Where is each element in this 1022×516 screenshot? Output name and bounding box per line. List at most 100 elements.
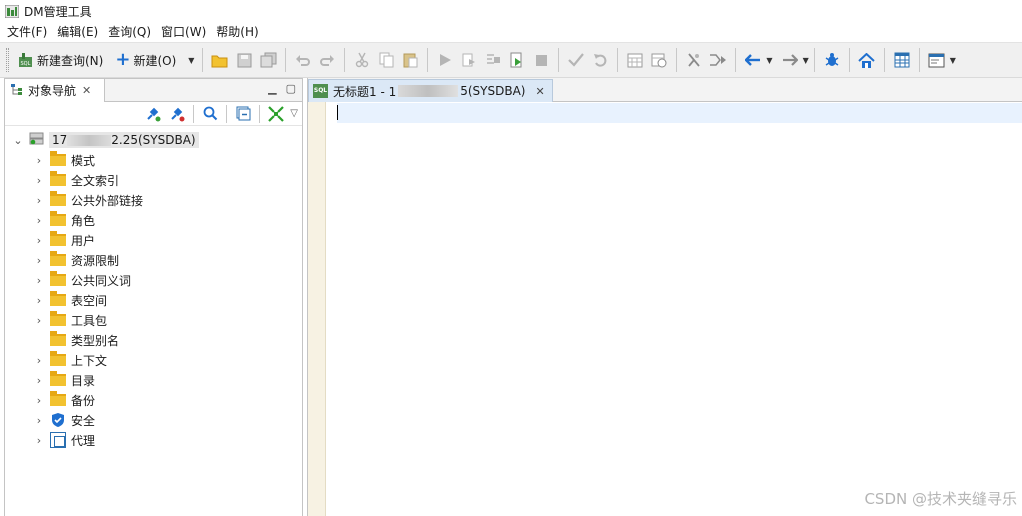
run-selection-icon[interactable]: [458, 49, 480, 71]
new-button[interactable]: + 新建(O) ▼: [112, 47, 197, 73]
toolbar-grip[interactable]: [6, 48, 9, 72]
tab-object-navigator[interactable]: 对象导航 ✕: [5, 79, 105, 102]
editor-tab-label-suffix: 5(SYSDBA): [460, 84, 526, 98]
tree-item[interactable]: › 上下文: [5, 350, 302, 370]
tree-item[interactable]: › 角色: [5, 210, 302, 230]
chevron-right-icon[interactable]: ›: [32, 374, 46, 387]
chevron-right-icon[interactable]: ›: [32, 314, 46, 327]
tree-item[interactable]: › 工具包: [5, 310, 302, 330]
chevron-down-icon[interactable]: ⌄: [11, 134, 25, 147]
copy-icon[interactable]: [375, 49, 397, 71]
menu-query[interactable]: 查询(Q): [103, 22, 156, 42]
close-icon[interactable]: ✕: [82, 84, 91, 97]
tree-root-connection[interactable]: ⌄ 17 2.25(SYSDBA): [5, 130, 302, 150]
view-menu-icon[interactable]: ▽: [290, 108, 298, 119]
folder-icon: [50, 231, 66, 246]
editor-current-line[interactable]: [337, 103, 1022, 123]
chevron-right-icon[interactable]: ›: [32, 254, 46, 267]
rollback-icon[interactable]: [589, 49, 611, 71]
text-cursor: [337, 105, 338, 120]
object-tree: ⌄ 17 2.25(SYSDBA) › 模式 › 全文索引 › 公共外部链接 › 角色 › 用户 › 资…: [5, 126, 302, 450]
tree-item[interactable]: › 用户: [5, 230, 302, 250]
cut-icon[interactable]: [351, 49, 373, 71]
new-query-button[interactable]: SQL 新建查询(N): [13, 47, 106, 73]
menu-file[interactable]: 文件(F): [2, 22, 52, 42]
chevron-right-icon[interactable]: ›: [32, 174, 46, 187]
tree-item[interactable]: › 表空间: [5, 290, 302, 310]
maximize-icon[interactable]: ▢: [286, 82, 296, 95]
table-grid-icon[interactable]: [891, 49, 913, 71]
tree-item[interactable]: › 全文索引: [5, 170, 302, 190]
layout-dropdown-icon[interactable]: ▼: [950, 56, 956, 65]
paste-icon[interactable]: [399, 49, 421, 71]
forward-dropdown-icon[interactable]: ▼: [803, 56, 809, 65]
run-icon[interactable]: [434, 49, 456, 71]
toolbar-separator: [617, 48, 619, 72]
tree-item[interactable]: › 备份: [5, 390, 302, 410]
chevron-right-icon[interactable]: ›: [32, 234, 46, 247]
undo-icon[interactable]: [292, 49, 314, 71]
collapse-all-icon[interactable]: [233, 104, 253, 124]
window-layout-icon[interactable]: [926, 49, 948, 71]
chevron-right-icon[interactable]: ›: [32, 414, 46, 427]
redo-icon[interactable]: [316, 49, 338, 71]
search-icon[interactable]: [200, 104, 220, 124]
tree-item[interactable]: › 模式: [5, 150, 302, 170]
chevron-right-icon[interactable]: ›: [32, 194, 46, 207]
chevron-right-icon[interactable]: ›: [32, 214, 46, 227]
shield-icon: [50, 412, 66, 428]
open-folder-icon[interactable]: [209, 49, 231, 71]
chevron-right-icon[interactable]: ›: [32, 354, 46, 367]
toolbar-separator: [193, 104, 195, 123]
tree-item-label: 公共外部链接: [71, 193, 144, 208]
back-arrow-icon[interactable]: [742, 49, 764, 71]
main-toolbar: SQL 新建查询(N) + 新建(O) ▼ ▼ ▼ ▼: [0, 42, 1022, 78]
tree-item-label: 安全: [71, 413, 96, 428]
commit-icon[interactable]: [565, 49, 587, 71]
tree-item-label: 全文索引: [71, 173, 120, 188]
home-icon[interactable]: [856, 49, 878, 71]
close-icon[interactable]: ✕: [535, 85, 544, 98]
expand-icon[interactable]: [266, 104, 286, 124]
tree-item[interactable]: › 安全: [5, 410, 302, 430]
navigator-tree-icon: [10, 83, 24, 99]
chevron-right-icon[interactable]: ›: [32, 434, 46, 447]
tree-item[interactable]: › 代理: [5, 430, 302, 450]
object-navigator-panel: 对象导航 ✕ ▁ ▢ ▽ ⌄ 17 2.25(SYSDBA) › 模式 › 全文索引 › 公…: [4, 78, 303, 516]
stop-icon[interactable]: [530, 49, 552, 71]
chevron-right-icon[interactable]: ›: [32, 154, 46, 167]
debug-bug-icon[interactable]: [821, 49, 843, 71]
menu-window[interactable]: 窗口(W): [156, 22, 211, 42]
toolbar-separator: [226, 104, 228, 123]
explain-icon[interactable]: [482, 49, 504, 71]
toolbar-separator: [285, 48, 287, 72]
tree-item[interactable]: ›类型别名: [5, 330, 302, 350]
save-icon[interactable]: [233, 49, 255, 71]
tree-item[interactable]: › 公共同义词: [5, 270, 302, 290]
calendar-grid-icon[interactable]: [624, 49, 646, 71]
chevron-right-icon[interactable]: ›: [32, 274, 46, 287]
toolbar-separator: [558, 48, 560, 72]
format-icon[interactable]: [683, 49, 705, 71]
back-dropdown-icon[interactable]: ▼: [766, 56, 772, 65]
menu-edit[interactable]: 编辑(E): [52, 22, 103, 42]
save-all-icon[interactable]: [257, 49, 279, 71]
chevron-down-icon[interactable]: ▼: [188, 56, 194, 65]
forward-arrow-icon[interactable]: [779, 49, 801, 71]
calendar-clock-icon[interactable]: [648, 49, 670, 71]
navigator-tab-label: 对象导航: [28, 84, 77, 98]
minimize-icon[interactable]: ▁: [268, 82, 276, 95]
new-label: 新建(O): [133, 53, 177, 68]
tree-item[interactable]: › 资源限制: [5, 250, 302, 270]
tree-item[interactable]: › 目录: [5, 370, 302, 390]
next-statement-icon[interactable]: [707, 49, 729, 71]
connect-icon[interactable]: [143, 104, 163, 124]
tab-untitled-query[interactable]: SQL 无标题1 - 1 5(SYSDBA) ✕: [308, 79, 553, 102]
execute-script-icon[interactable]: [506, 49, 528, 71]
tree-item[interactable]: › 公共外部链接: [5, 190, 302, 210]
menu-help[interactable]: 帮助(H): [211, 22, 263, 42]
disconnect-icon[interactable]: [167, 104, 187, 124]
chevron-right-icon[interactable]: ›: [32, 294, 46, 307]
chevron-right-icon[interactable]: ›: [32, 394, 46, 407]
folder-icon: [50, 191, 66, 206]
